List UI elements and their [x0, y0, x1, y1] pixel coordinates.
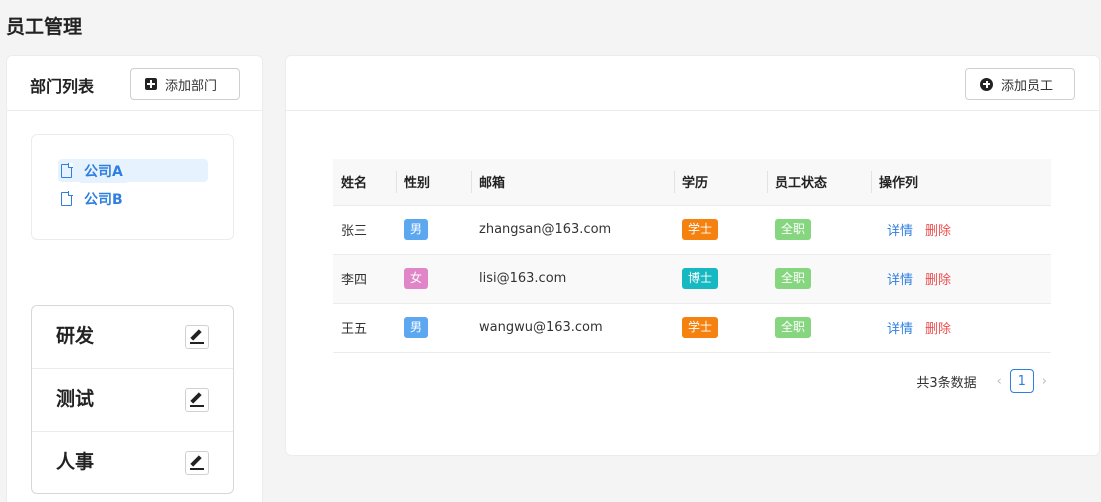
gender-cell: 男 [396, 205, 471, 255]
department-name: 研发 [56, 325, 95, 347]
detail-link[interactable]: 详情 [887, 273, 913, 288]
page-title: 员工管理 [6, 16, 83, 38]
gender-tag: 男 [404, 219, 429, 240]
chevron-left-icon[interactable]: ‹ [993, 374, 1006, 389]
employee-name: 张三 [333, 205, 396, 255]
table-row: 李四 女 lisi@163.com 博士 全职 详情 删除 [333, 254, 1051, 304]
department-row-rd[interactable]: 研发 [32, 306, 233, 369]
plus-circle-icon [980, 77, 993, 91]
actions-cell: 详情 删除 [871, 254, 1051, 304]
degree-cell: 学士 [674, 303, 767, 353]
tree-item-company-b[interactable]: 公司B [58, 187, 208, 210]
department-list: 研发 测试 人事 [31, 305, 234, 494]
degree-cell: 学士 [674, 205, 767, 255]
pagination-total: 共3条数据 [916, 375, 977, 391]
add-employee-label: 添加员工 [1001, 78, 1054, 94]
department-row-hr[interactable]: 人事 [32, 432, 233, 495]
chevron-right-icon[interactable]: › [1038, 374, 1051, 389]
status-badge: 全职 [775, 317, 812, 338]
add-department-button[interactable]: 添加部门 [130, 68, 240, 100]
employee-panel-header: 添加员工 [286, 56, 1099, 111]
pagination: 共3条数据 ‹ 1 › [916, 369, 1051, 393]
degree-tag: 博士 [682, 268, 719, 289]
employee-email: lisi@163.com [471, 254, 674, 304]
delete-link[interactable]: 删除 [925, 273, 951, 288]
plus-square-icon [145, 78, 157, 90]
gender-tag: 女 [404, 268, 429, 289]
file-icon [61, 191, 73, 206]
department-name: 测试 [56, 388, 95, 410]
edit-icon [190, 330, 204, 344]
gender-cell: 男 [396, 303, 471, 353]
delete-link[interactable]: 删除 [925, 224, 951, 239]
department-panel: 部门列表 添加部门 公司A 公司B 研发 测试 人事 [6, 55, 263, 502]
delete-link[interactable]: 删除 [925, 322, 951, 337]
table-row: 张三 男 zhangsan@163.com 学士 全职 详情 删除 [333, 205, 1051, 255]
status-badge: 全职 [775, 219, 812, 240]
employee-table: 姓名 性别 邮箱 学历 员工状态 操作列 张三 男 zhangsan@163.c… [333, 159, 1051, 353]
gender-tag: 男 [404, 317, 429, 338]
tree-item-label: 公司B [84, 191, 123, 208]
employee-email: zhangsan@163.com [471, 205, 674, 255]
department-row-test[interactable]: 测试 [32, 369, 233, 432]
company-tree: 公司A 公司B [31, 134, 234, 240]
column-header-gender[interactable]: 性别 [396, 159, 471, 206]
actions-cell: 详情 删除 [871, 205, 1051, 255]
degree-tag: 学士 [682, 317, 719, 338]
edit-department-button[interactable] [185, 388, 209, 412]
edit-icon [190, 393, 204, 407]
detail-link[interactable]: 详情 [887, 322, 913, 337]
status-cell: 全职 [767, 205, 871, 255]
column-header-degree[interactable]: 学历 [674, 159, 767, 206]
gender-cell: 女 [396, 254, 471, 304]
column-header-status[interactable]: 员工状态 [767, 159, 871, 206]
employee-name: 李四 [333, 254, 396, 304]
edit-icon [190, 456, 204, 470]
table-row: 王五 男 wangwu@163.com 学士 全职 详情 删除 [333, 303, 1051, 353]
page-button-1[interactable]: 1 [1009, 369, 1034, 393]
department-panel-header: 部门列表 添加部门 [7, 56, 262, 111]
column-header-actions[interactable]: 操作列 [871, 159, 1051, 206]
edit-department-button[interactable] [185, 451, 209, 475]
status-cell: 全职 [767, 254, 871, 304]
employee-panel: 添加员工 姓名 性别 邮箱 学历 员工状态 操作列 张三 男 zhangsan@… [285, 55, 1100, 456]
column-header-name[interactable]: 姓名 [333, 159, 396, 206]
status-cell: 全职 [767, 303, 871, 353]
add-employee-button[interactable]: 添加员工 [965, 68, 1075, 100]
tree-item-label: 公司A [80, 158, 127, 183]
degree-tag: 学士 [682, 219, 719, 240]
employee-email: wangwu@163.com [471, 303, 674, 353]
table-header-row: 姓名 性别 邮箱 学历 员工状态 操作列 [333, 159, 1051, 206]
status-badge: 全职 [775, 268, 812, 289]
tree-item-company-a[interactable]: 公司A [58, 158, 208, 183]
add-department-label: 添加部门 [165, 78, 218, 94]
detail-link[interactable]: 详情 [887, 224, 913, 239]
department-name: 人事 [56, 451, 95, 473]
degree-cell: 博士 [674, 254, 767, 304]
file-icon [61, 163, 73, 178]
actions-cell: 详情 删除 [871, 303, 1051, 353]
employee-name: 王五 [333, 303, 396, 353]
department-list-title: 部门列表 [30, 77, 95, 96]
column-header-email[interactable]: 邮箱 [471, 159, 674, 206]
edit-department-button[interactable] [185, 325, 209, 349]
